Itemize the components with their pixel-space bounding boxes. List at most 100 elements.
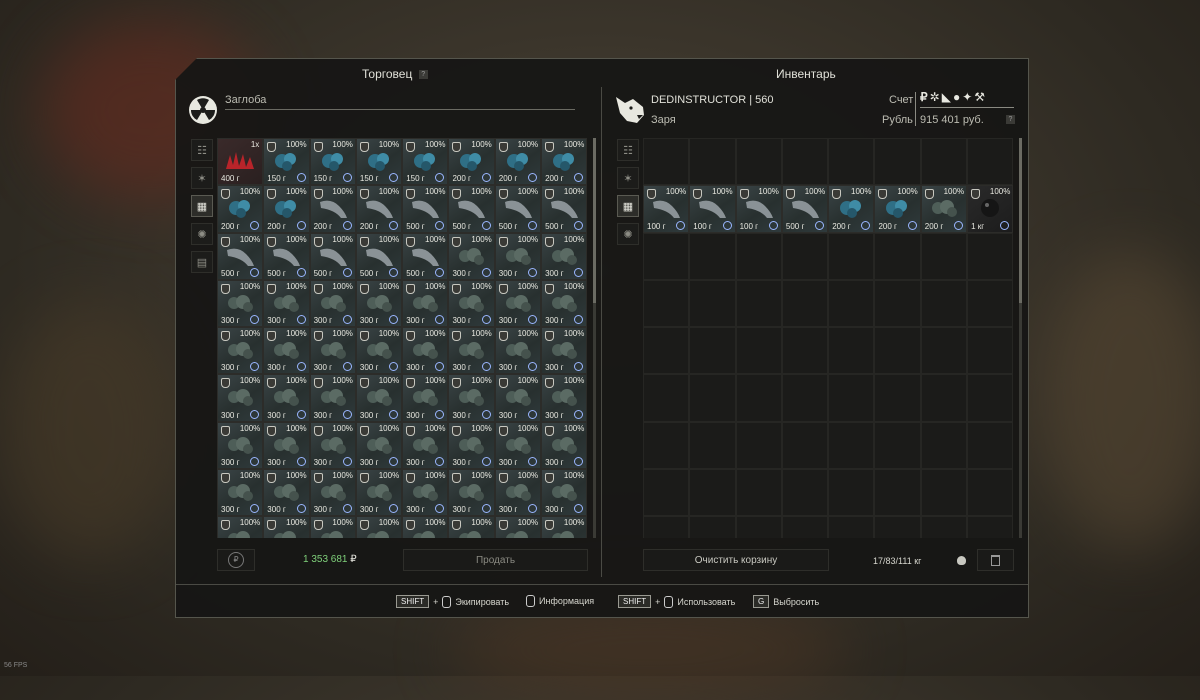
empty-slot[interactable] [735,469,782,517]
item-slot[interactable]: 100% 500 г [494,185,542,233]
item-slot[interactable]: 100% 500 г [355,232,403,280]
item-slot[interactable]: 100% [355,516,403,538]
item-slot[interactable]: 100% 500 г [263,232,310,280]
empty-slot[interactable] [828,232,875,280]
item-slot[interactable]: 100% 300 г [263,279,310,328]
item-slot[interactable]: 100% 150 г [402,138,449,186]
item-slot[interactable]: 100% 300 г [448,421,495,470]
empty-slot[interactable] [689,374,736,422]
list-icon[interactable]: ☷ [191,139,213,161]
empty-slot[interactable] [967,279,1014,328]
item-slot[interactable]: 100% 300 г [448,279,495,328]
empty-slot[interactable] [643,516,690,538]
empty-slot[interactable] [735,516,782,538]
clear-cart-button[interactable]: Очистить корзину [643,549,829,571]
item-slot[interactable]: 100% 300 г [263,374,310,422]
gear-currency-icon[interactable]: ✲ [930,90,942,104]
empty-slot[interactable] [828,138,875,186]
empty-slot[interactable] [874,138,921,186]
empty-slot[interactable] [874,469,921,517]
item-slot[interactable]: 100% 150 г [355,138,403,186]
empty-slot[interactable] [874,421,921,470]
item-slot[interactable]: 100% 300 г [355,421,403,470]
empty-slot[interactable] [874,516,921,538]
grid-icon[interactable]: ▦ [191,195,213,217]
empty-slot[interactable] [828,327,875,375]
item-slot[interactable]: 100% 300 г [448,374,495,422]
item-slot[interactable]: 100% 300 г [217,374,264,422]
item-slot[interactable]: 100% [263,516,310,538]
empty-slot[interactable] [874,279,921,328]
item-slot[interactable]: 100% 300 г [217,279,264,328]
empty-slot[interactable] [920,374,968,422]
item-slot[interactable]: 100% 300 г [402,374,449,422]
grid-icon[interactable]: ▦ [617,195,639,217]
empty-slot[interactable] [781,374,829,422]
boot-currency-icon[interactable]: ◣ [942,90,953,104]
item-slot[interactable]: 100% 300 г [494,327,542,375]
help-icon[interactable]: ? [1006,115,1015,124]
item-slot[interactable]: 100% 300 г [309,469,356,517]
empty-slot[interactable] [735,374,782,422]
item-slot[interactable]: 100% 200 г [217,185,264,233]
trader-scrollbar[interactable] [593,138,596,538]
ruble-icon[interactable]: ₽ [920,90,930,104]
empty-slot[interactable] [967,516,1014,538]
item-slot[interactable]: 100% [402,516,449,538]
item-slot[interactable]: 100% 300 г [541,279,588,328]
item-slot[interactable]: 100% 300 г [448,469,495,517]
item-slot[interactable]: 100% 1 кг [967,185,1014,233]
item-slot[interactable]: 100% [217,516,264,538]
list-icon[interactable]: ☷ [617,139,639,161]
item-slot[interactable]: 100% 300 г [494,374,542,422]
item-slot[interactable]: 100% 200 г [448,138,495,186]
empty-slot[interactable] [828,279,875,328]
item-slot[interactable]: 100% 500 г [402,185,449,233]
tool-currency-icon[interactable]: ✦ [962,90,974,104]
empty-slot[interactable] [643,279,690,328]
empty-slot[interactable] [920,232,968,280]
item-slot[interactable]: 100% 300 г [494,279,542,328]
star-icon[interactable]: ✶ [617,167,639,189]
empty-slot[interactable] [643,232,690,280]
item-slot[interactable]: 100% 100 г [643,185,690,233]
item-slot[interactable]: 100% 500 г [402,232,449,280]
box-icon[interactable]: ▤ [191,251,213,273]
item-slot[interactable]: 100% 300 г [402,327,449,375]
empty-slot[interactable] [920,279,968,328]
empty-slot[interactable] [689,327,736,375]
empty-slot[interactable] [920,327,968,375]
item-slot[interactable]: 100% 300 г [263,327,310,375]
item-slot[interactable]: 100% 300 г [309,421,356,470]
item-slot[interactable]: 1x 400 г [217,138,264,186]
empty-slot[interactable] [781,469,829,517]
item-slot[interactable]: 100% 300 г [355,327,403,375]
item-slot[interactable]: 100% 300 г [309,327,356,375]
item-slot[interactable]: 100% [448,516,495,538]
item-slot[interactable]: 100% [494,516,542,538]
item-slot[interactable]: 100% 100 г [689,185,736,233]
item-slot[interactable]: 100% 200 г [263,185,310,233]
empty-slot[interactable] [781,232,829,280]
star-icon[interactable]: ✶ [191,167,213,189]
empty-slot[interactable] [689,421,736,470]
empty-slot[interactable] [920,469,968,517]
empty-slot[interactable] [781,421,829,470]
item-slot[interactable]: 100% 300 г [309,374,356,422]
empty-slot[interactable] [920,421,968,470]
empty-slot[interactable] [689,232,736,280]
help-icon[interactable]: ? [418,70,428,80]
empty-slot[interactable] [735,421,782,470]
empty-slot[interactable] [781,327,829,375]
empty-slot[interactable] [920,516,968,538]
item-slot[interactable]: 100% 300 г [448,327,495,375]
item-slot[interactable]: 100% 500 г [541,185,588,233]
item-slot[interactable]: 100% 300 г [448,232,495,280]
empty-slot[interactable] [643,469,690,517]
empty-slot[interactable] [967,374,1014,422]
empty-slot[interactable] [967,421,1014,470]
item-slot[interactable]: 100% 200 г [828,185,875,233]
empty-slot[interactable] [643,374,690,422]
item-slot[interactable]: 100% 300 г [263,421,310,470]
item-slot[interactable]: 100% 300 г [541,232,588,280]
